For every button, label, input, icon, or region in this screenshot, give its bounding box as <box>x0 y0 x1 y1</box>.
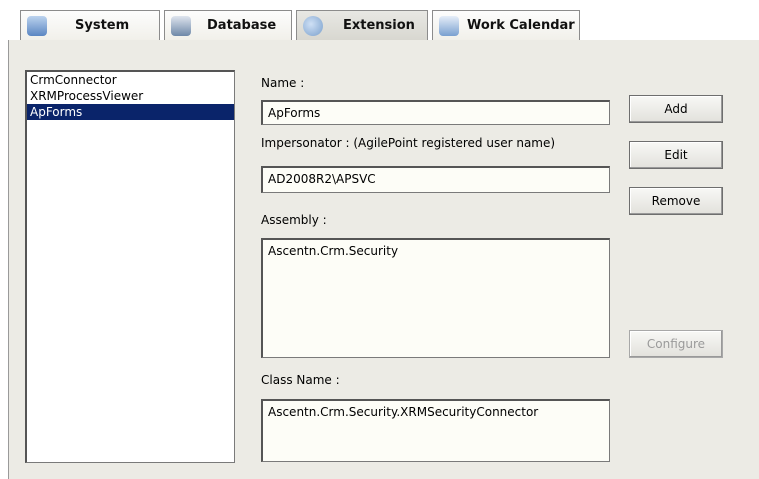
impersonator-label: Impersonator : (AgilePoint registered us… <box>261 136 556 150</box>
tab-label: Work Calendar <box>467 18 575 33</box>
server-icon <box>27 15 47 36</box>
tab-system[interactable]: System <box>20 10 160 40</box>
tab-label: Extension <box>343 18 415 33</box>
tab-work-calendar[interactable]: Work Calendar <box>432 10 580 40</box>
assembly-field[interactable]: Ascentn.Crm.Security <box>261 238 610 358</box>
assembly-label: Assembly : <box>261 213 327 227</box>
extension-list[interactable]: CrmConnector XRMProcessViewer ApForms <box>25 70 235 463</box>
add-button[interactable]: Add <box>629 95 723 123</box>
tab-strip: System Database Extension Work Calendar <box>0 0 759 42</box>
database-icon <box>171 15 191 36</box>
name-field[interactable]: ApForms <box>261 100 610 125</box>
classname-field[interactable]: Ascentn.Crm.Security.XRMSecurityConnecto… <box>261 399 610 462</box>
puzzle-icon <box>303 15 323 36</box>
tab-label: System <box>75 18 130 33</box>
name-label: Name : <box>261 76 305 90</box>
configure-button[interactable]: Configure <box>629 330 723 358</box>
list-item[interactable]: XRMProcessViewer <box>27 88 234 104</box>
list-item-selected[interactable]: ApForms <box>27 104 234 120</box>
impersonator-field[interactable]: AD2008R2\APSVC <box>261 166 610 193</box>
list-item[interactable]: CrmConnector <box>27 72 234 88</box>
tab-database[interactable]: Database <box>164 10 292 40</box>
remove-button[interactable]: Remove <box>629 187 723 215</box>
edit-button[interactable]: Edit <box>629 141 723 169</box>
classname-label: Class Name : <box>261 373 340 387</box>
calendar-icon <box>439 15 459 36</box>
tab-label: Database <box>207 18 277 33</box>
tab-extension[interactable]: Extension <box>296 10 428 40</box>
